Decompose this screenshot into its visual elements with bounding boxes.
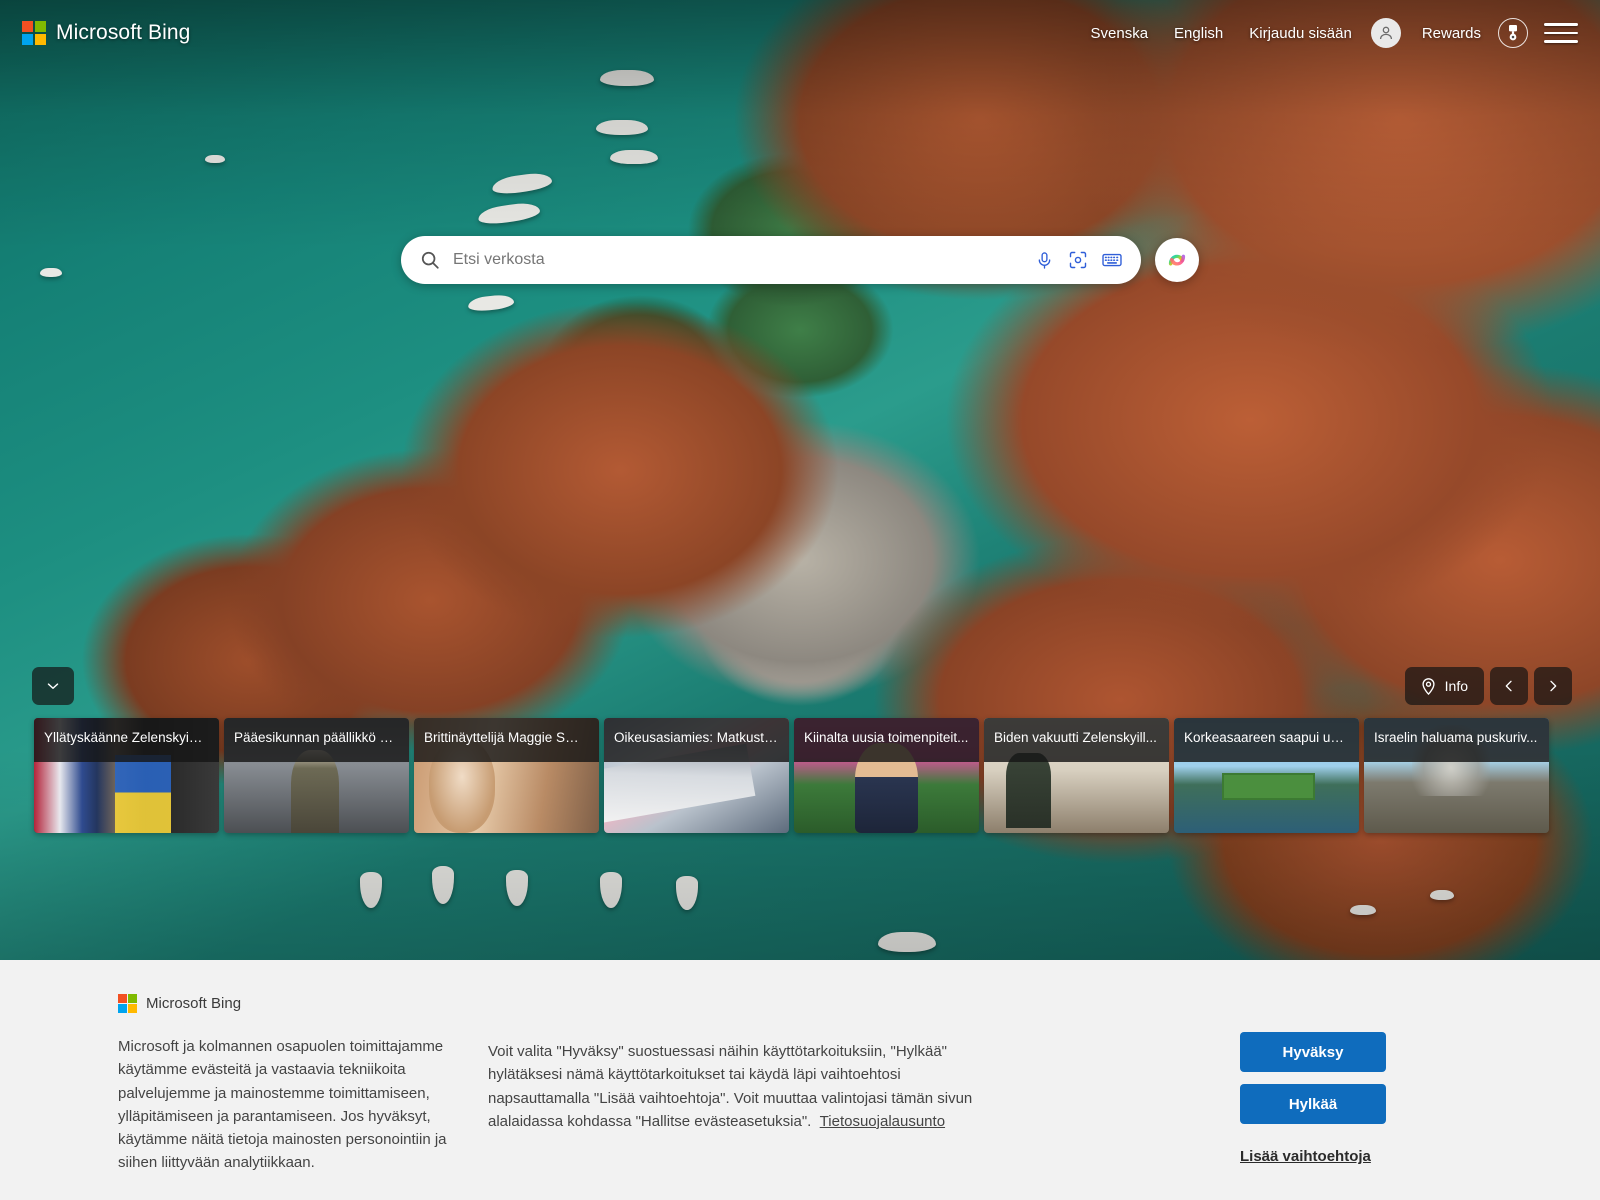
keyboard-icon[interactable] [1097, 245, 1127, 275]
hero-image-section: Microsoft Bing Svenska English Kirjaudu … [0, 0, 1600, 960]
cookie-column-middle: Voit valita "Hyväksy" suostuessasi näihi… [480, 994, 980, 1200]
boat-decoration [205, 155, 225, 163]
cookie-brand: Microsoft Bing [118, 994, 480, 1013]
sign-in-link[interactable]: Kirjaudu sisään [1236, 17, 1365, 50]
boat-decoration [596, 120, 648, 135]
location-pin-icon [1422, 678, 1435, 695]
search-icon [419, 249, 441, 271]
header-actions: Svenska English Kirjaudu sisään Rewards [1078, 16, 1578, 50]
person-avatar-icon[interactable] [1370, 18, 1401, 48]
copilot-button[interactable] [1155, 238, 1199, 282]
news-card[interactable]: Biden vakuutti Zelenskyill... [984, 718, 1169, 833]
news-card[interactable]: Korkeasaareen saapui uu... [1174, 718, 1359, 833]
news-card[interactable]: Pääesikunnan päällikkö vi... [224, 718, 409, 833]
news-card[interactable]: Kiinalta uusia toimenpiteit... [794, 718, 979, 833]
news-card-title: Korkeasaareen saapui uu... [1174, 718, 1359, 762]
bing-brand[interactable]: Microsoft Bing [22, 21, 190, 45]
hero-controls: Info [1404, 667, 1572, 705]
news-card-title: Yllätyskäänne Zelenskyin ... [34, 718, 219, 762]
chevron-right-icon [1550, 680, 1557, 692]
news-card[interactable]: Yllätyskäänne Zelenskyin ... [34, 718, 219, 833]
rewards-link[interactable]: Rewards [1409, 17, 1494, 50]
news-card[interactable]: Oikeusasiamies: Matkusta... [604, 718, 789, 833]
reject-button[interactable]: Hylkää [1240, 1084, 1386, 1124]
info-label: Info [1444, 678, 1468, 694]
more-options-button[interactable]: Lisää vaihtoehtoja [1240, 1148, 1371, 1165]
news-card-title: Israelin haluama puskuriv... [1364, 718, 1549, 762]
news-card-title: Biden vakuutti Zelenskyill... [984, 718, 1169, 762]
boat-decoration [878, 932, 936, 952]
scroll-down-button[interactable] [32, 667, 74, 705]
visual-search-camera-icon[interactable] [1063, 245, 1093, 275]
news-card[interactable]: Brittinäyttelijä Maggie Smi... [414, 718, 599, 833]
boat-decoration [1350, 905, 1376, 915]
search-area [0, 236, 1600, 284]
news-card-title: Pääesikunnan päällikkö vi... [224, 718, 409, 762]
cookie-paragraph-1: Microsoft ja kolmannen osapuolen toimitt… [118, 1038, 447, 1172]
chevron-down-icon [47, 683, 59, 689]
brand-name: Microsoft Bing [56, 21, 191, 44]
search-input[interactable] [453, 251, 1025, 269]
page-header: Microsoft Bing Svenska English Kirjaudu … [0, 0, 1600, 66]
info-button[interactable]: Info [1404, 667, 1484, 705]
medal-badge-icon[interactable] [1498, 18, 1528, 48]
cookie-consent-banner: Microsoft Bing Microsoft ja kolmannen os… [0, 960, 1600, 1200]
news-card[interactable]: Israelin haluama puskuriv... [1364, 718, 1549, 833]
hamburger-menu-icon[interactable] [1544, 16, 1578, 50]
news-card-title: Oikeusasiamies: Matkusta... [604, 718, 789, 762]
microsoft-logo-icon [118, 994, 137, 1013]
boat-decoration [600, 70, 654, 86]
news-card-title: Kiinalta uusia toimenpiteit... [794, 718, 979, 762]
microsoft-logo-icon [22, 21, 46, 45]
cookie-brand-name: Microsoft Bing [146, 995, 242, 1012]
privacy-statement-link[interactable]: Tietosuojalausunto [820, 1113, 945, 1130]
prev-image-button[interactable] [1490, 667, 1528, 705]
microphone-icon[interactable] [1029, 245, 1059, 275]
cookie-paragraph-2: Voit valita "Hyväksy" suostuessasi näihi… [488, 1040, 980, 1133]
boat-decoration [1430, 890, 1454, 900]
cookie-column-left: Microsoft Bing Microsoft ja kolmannen os… [60, 994, 480, 1200]
lang-english-link[interactable]: English [1161, 17, 1236, 50]
next-image-button[interactable] [1534, 667, 1572, 705]
news-card-title: Brittinäyttelijä Maggie Smi... [414, 718, 599, 762]
news-carousel[interactable]: Yllätyskäänne Zelenskyin ... Pääesikunna… [34, 718, 1549, 833]
copilot-icon [1168, 254, 1186, 266]
boat-decoration [610, 150, 658, 164]
lang-svenska-link[interactable]: Svenska [1078, 17, 1162, 50]
chevron-left-icon [1505, 680, 1512, 692]
search-box[interactable] [401, 236, 1141, 284]
cookie-column-actions: Hyväksy Hylkää Lisää vaihtoehtoja [1240, 994, 1540, 1200]
accept-button[interactable]: Hyväksy [1240, 1032, 1386, 1072]
